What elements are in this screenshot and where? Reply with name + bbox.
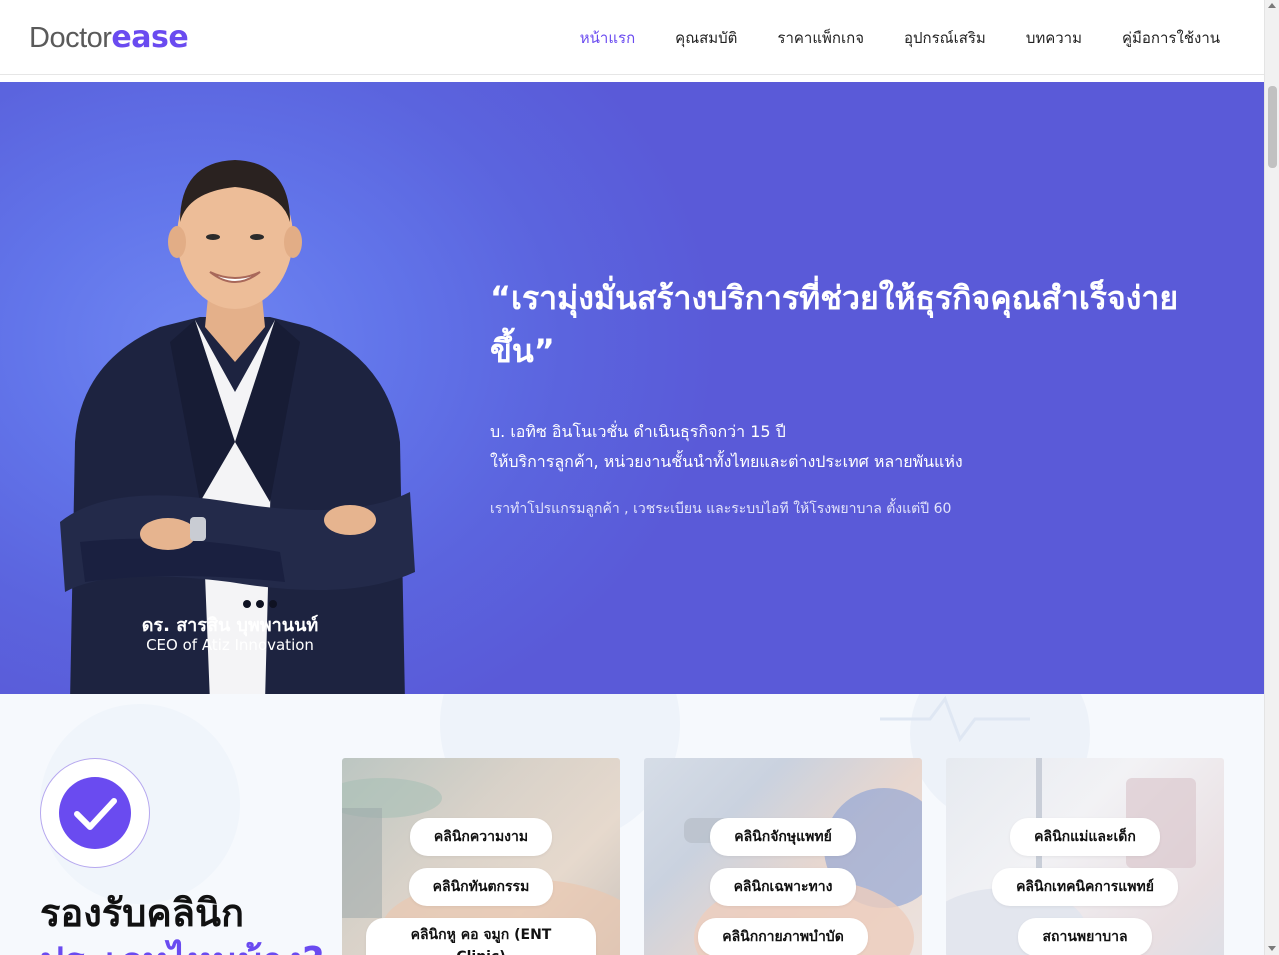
hero-section: ดร. สารสิน บุพพานนท์ CEO of Atiz Innovat…	[0, 82, 1264, 694]
nav-manual[interactable]: คู่มือการใช้งาน	[1122, 26, 1220, 50]
clinic-pill[interactable]: คลินิกความงาม	[409, 818, 553, 856]
hero-subtext: เราทำโปรแกรมลูกค้า , เวชระเบียน และระบบไ…	[490, 501, 952, 517]
nav-accessories[interactable]: อุปกรณ์เสริม	[904, 26, 986, 50]
logo-text-doctor: Doctor	[29, 22, 112, 54]
clinic-pill[interactable]: คลินิกกายภาพบำบัด	[698, 918, 868, 955]
clinic-pill[interactable]: คลินิกจักษุแพทย์	[710, 818, 856, 856]
clinic-pill[interactable]: สถานพยาบาล	[1018, 918, 1152, 955]
page-scrollbar[interactable]	[1264, 0, 1279, 955]
scroll-up-arrow-icon[interactable]	[1268, 3, 1276, 8]
nav-articles[interactable]: บทความ	[1026, 26, 1082, 50]
ceo-title: CEO of Atiz Innovation	[146, 636, 314, 654]
check-badge	[40, 758, 150, 868]
clinic-pill[interactable]: คลินิกหู คอ จมูก (ENT Clinic)	[366, 918, 596, 955]
checkmark-icon	[59, 777, 131, 849]
nav-pricing[interactable]: ราคาแพ็กเกจ	[777, 26, 864, 50]
main-nav: หน้าแรก คุณสมบัติ ราคาแพ็กเกจ อุปกรณ์เสร…	[580, 26, 1220, 50]
scroll-down-arrow-icon[interactable]	[1268, 946, 1276, 951]
hero-company-line: บ. เอทิซ อินโนเวชั่น ดำเนินธุรกิจกว่า 15…	[490, 422, 786, 441]
clinic-pill[interactable]: คลินิกแม่และเด็ก	[1010, 818, 1160, 856]
nav-home[interactable]: หน้าแรก	[580, 26, 635, 50]
clinic-card: คลินิกจักษุแพทย์ คลินิกเฉพาะทาง คลินิกกา…	[644, 758, 922, 955]
nav-features[interactable]: คุณสมบัติ	[675, 26, 737, 50]
hero-clients-line: ให้บริการลูกค้า, หน่วยงานชั้นนำทั้งไทยแล…	[490, 452, 963, 471]
logo-text-ease: ease	[111, 20, 189, 55]
clinic-list: คลินิกความงาม คลินิกทันตกรรม คลินิกหู คอ…	[342, 818, 620, 955]
logo[interactable]: Doctor ease	[29, 20, 189, 56]
site-header: Doctor ease หน้าแรก คุณสมบัติ ราคาแพ็กเก…	[0, 0, 1264, 75]
clinic-card: คลินิกแม่และเด็ก คลินิกเทคนิคการแพทย์ สถ…	[946, 758, 1224, 955]
scroll-thumb[interactable]	[1268, 86, 1277, 168]
clinic-pill[interactable]: คลินิกเทคนิคการแพทย์	[992, 868, 1178, 906]
clinic-pill[interactable]: คลินิกทันตกรรม	[408, 868, 554, 906]
clinic-list: คลินิกแม่และเด็ก คลินิกเทคนิคการแพทย์ สถ…	[946, 818, 1224, 955]
section-heading-accent: ประเภทไหนบ้าง?	[40, 930, 324, 955]
hero-quote: “เรามุ่งมั่นสร้างบริการที่ช่วยให้ธุรกิจค…	[490, 279, 1179, 370]
clinic-pill[interactable]: คลินิกเฉพาะทาง	[709, 868, 857, 906]
clinic-types-section: รองรับคลินิก ประเภทไหนบ้าง? คลินิกความงา…	[0, 694, 1264, 955]
ceo-name: ดร. สารสิน บุพพานนท์	[141, 615, 319, 636]
clinic-list: คลินิกจักษุแพทย์ คลินิกเฉพาะทาง คลินิกกา…	[644, 818, 922, 955]
clinic-card: คลินิกความงาม คลินิกทันตกรรม คลินิกหู คอ…	[342, 758, 620, 955]
